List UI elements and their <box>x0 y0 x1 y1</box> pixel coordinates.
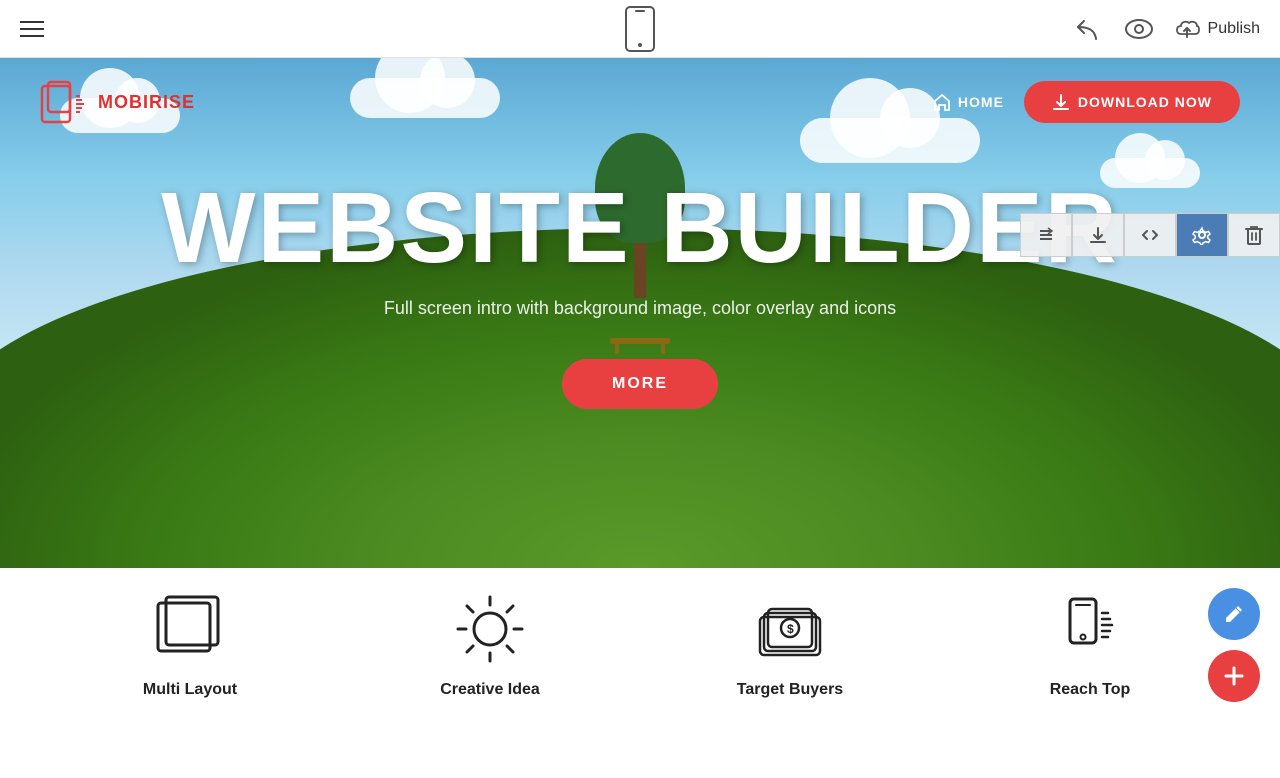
section-reorder-tool[interactable] <box>1020 213 1072 257</box>
hero-title: WEBSITE BUILDER <box>161 178 1119 278</box>
feature-multi-layout: Multi Layout <box>40 589 340 699</box>
section-download-tool[interactable] <box>1072 213 1124 257</box>
fab-add-button[interactable] <box>1208 650 1260 702</box>
toolbar-left <box>20 21 44 37</box>
cloud-upload-icon <box>1174 18 1200 40</box>
top-toolbar: Publish <box>0 0 1280 58</box>
publish-label: Publish <box>1208 20 1260 38</box>
fab-edit-button[interactable] <box>1208 588 1260 640</box>
feature-reach-top: Reach Top <box>940 589 1240 699</box>
reach-top-icon <box>1050 589 1130 669</box>
section-toolbar <box>1020 213 1280 257</box>
main-content: MOBIRISE HOME DOWNLOAD NOW <box>0 58 1280 720</box>
download-button[interactable]: DOWNLOAD NOW <box>1024 81 1240 123</box>
preview-icon[interactable] <box>1124 18 1154 40</box>
brand-logo <box>40 78 88 126</box>
features-section: Multi Layout Creative Idea <box>0 568 1280 720</box>
nav-home-label: HOME <box>958 94 1004 110</box>
hero-subtitle: Full screen intro with background image,… <box>384 298 896 319</box>
reach-top-label: Reach Top <box>1050 681 1131 699</box>
phone-icon <box>624 5 656 53</box>
nav-right: HOME DOWNLOAD NOW <box>932 81 1240 123</box>
creative-idea-label: Creative Idea <box>440 681 540 699</box>
creative-idea-icon <box>450 589 530 669</box>
target-buyers-icon: $ <box>750 589 830 669</box>
feature-creative-idea: Creative Idea <box>340 589 640 699</box>
publish-button[interactable]: Publish <box>1174 18 1260 40</box>
hero-section: MOBIRISE HOME DOWNLOAD NOW <box>0 58 1280 568</box>
multi-layout-icon <box>150 589 230 669</box>
download-icon <box>1052 93 1070 111</box>
undo-icon[interactable] <box>1076 17 1104 41</box>
section-settings-tool[interactable] <box>1176 213 1228 257</box>
target-buyers-label: Target Buyers <box>737 681 843 699</box>
navbar: MOBIRISE HOME DOWNLOAD NOW <box>0 58 1280 146</box>
home-icon <box>932 92 952 112</box>
svg-text:$: $ <box>787 622 794 636</box>
multi-layout-label: Multi Layout <box>143 681 237 699</box>
toolbar-right: Publish <box>1076 17 1260 41</box>
nav-brand: MOBIRISE <box>40 78 195 126</box>
download-label: DOWNLOAD NOW <box>1078 94 1212 110</box>
nav-home-link[interactable]: HOME <box>932 92 1004 112</box>
more-button[interactable]: MORE <box>562 359 718 409</box>
toolbar-center <box>624 5 656 53</box>
hamburger-menu[interactable] <box>20 21 44 37</box>
section-delete-tool[interactable] <box>1228 213 1280 257</box>
feature-target-buyers: $ Target Buyers <box>640 589 940 699</box>
section-code-tool[interactable] <box>1124 213 1176 257</box>
brand-name: MOBIRISE <box>98 92 195 113</box>
